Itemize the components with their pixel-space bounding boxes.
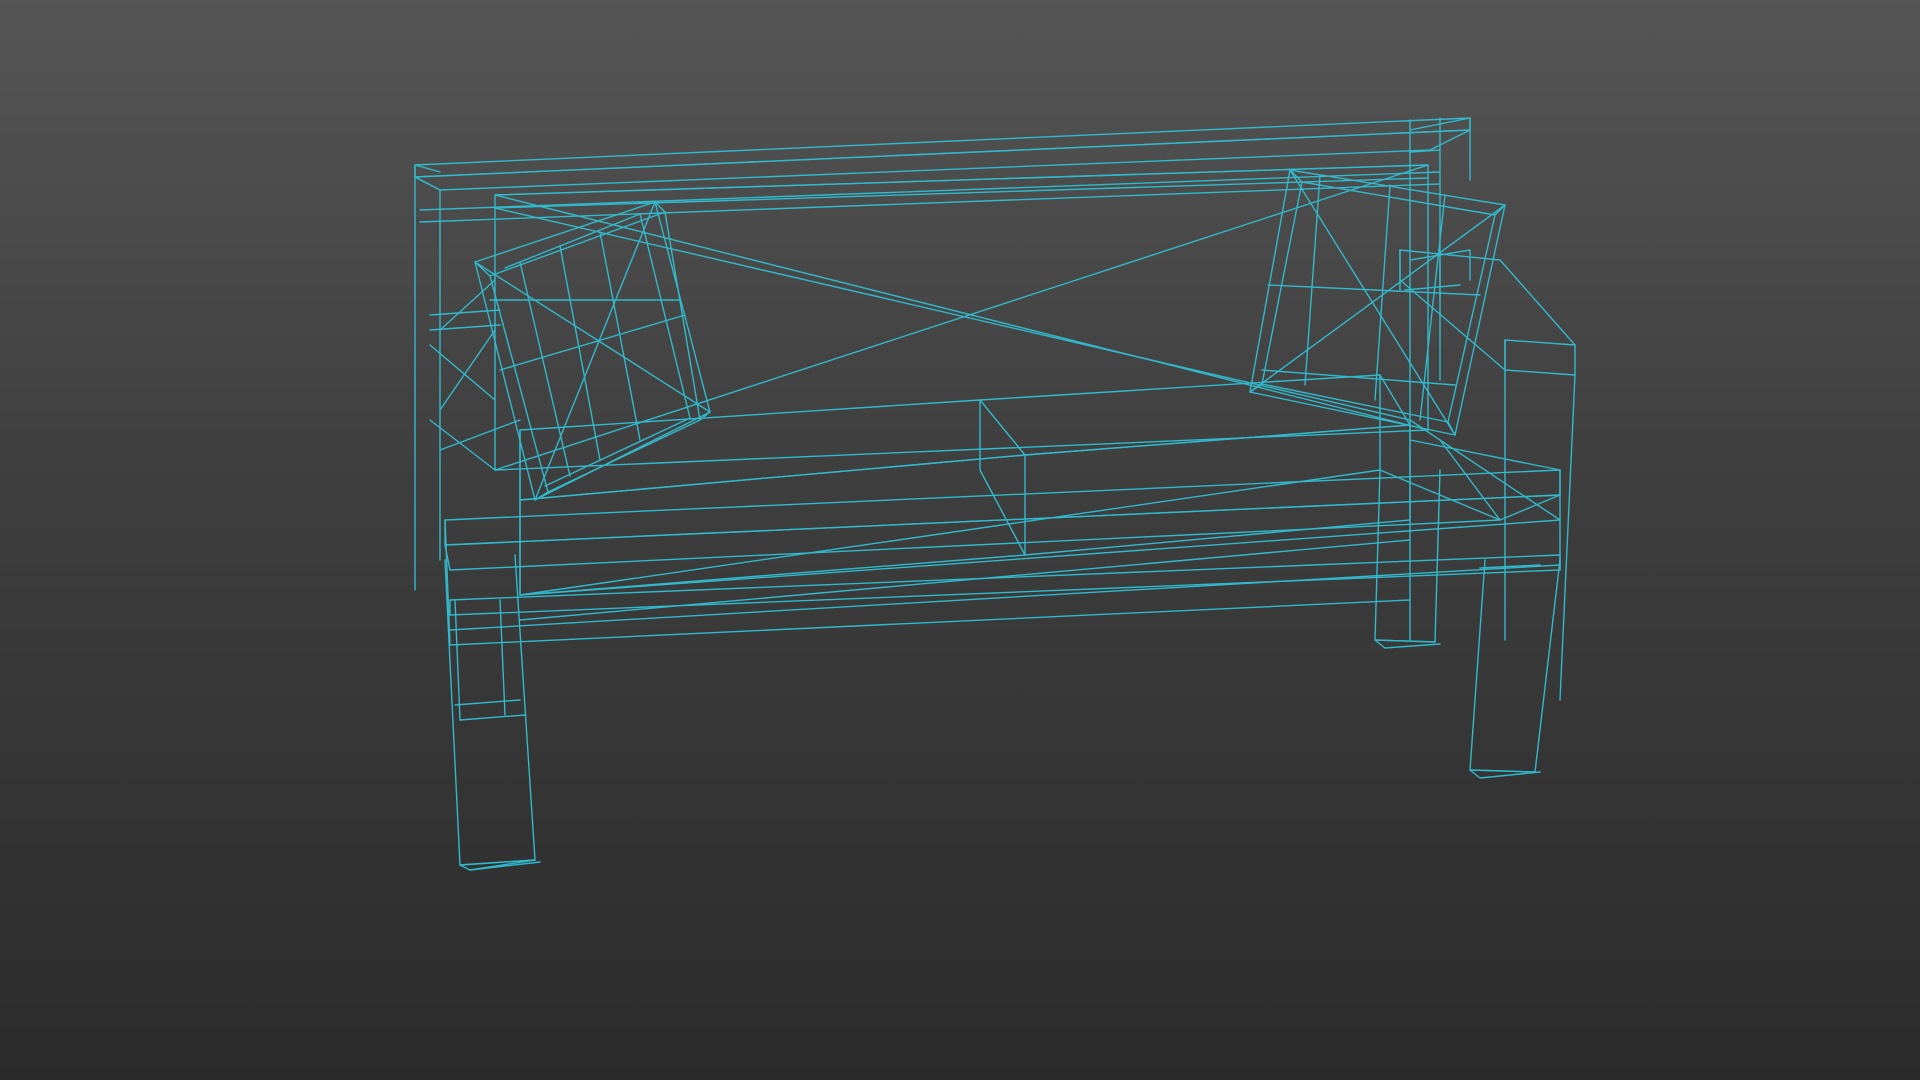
leg-front-right	[1469, 559, 1561, 779]
leg-back-right	[1374, 469, 1441, 649]
bench-wireframe-model[interactable]	[0, 0, 1920, 1080]
viewport-canvas[interactable]	[0, 0, 1920, 1080]
seat	[519, 374, 1411, 596]
backrest-panel	[429, 164, 1429, 471]
armrest-right	[1399, 249, 1576, 701]
cushion-left	[474, 201, 711, 501]
